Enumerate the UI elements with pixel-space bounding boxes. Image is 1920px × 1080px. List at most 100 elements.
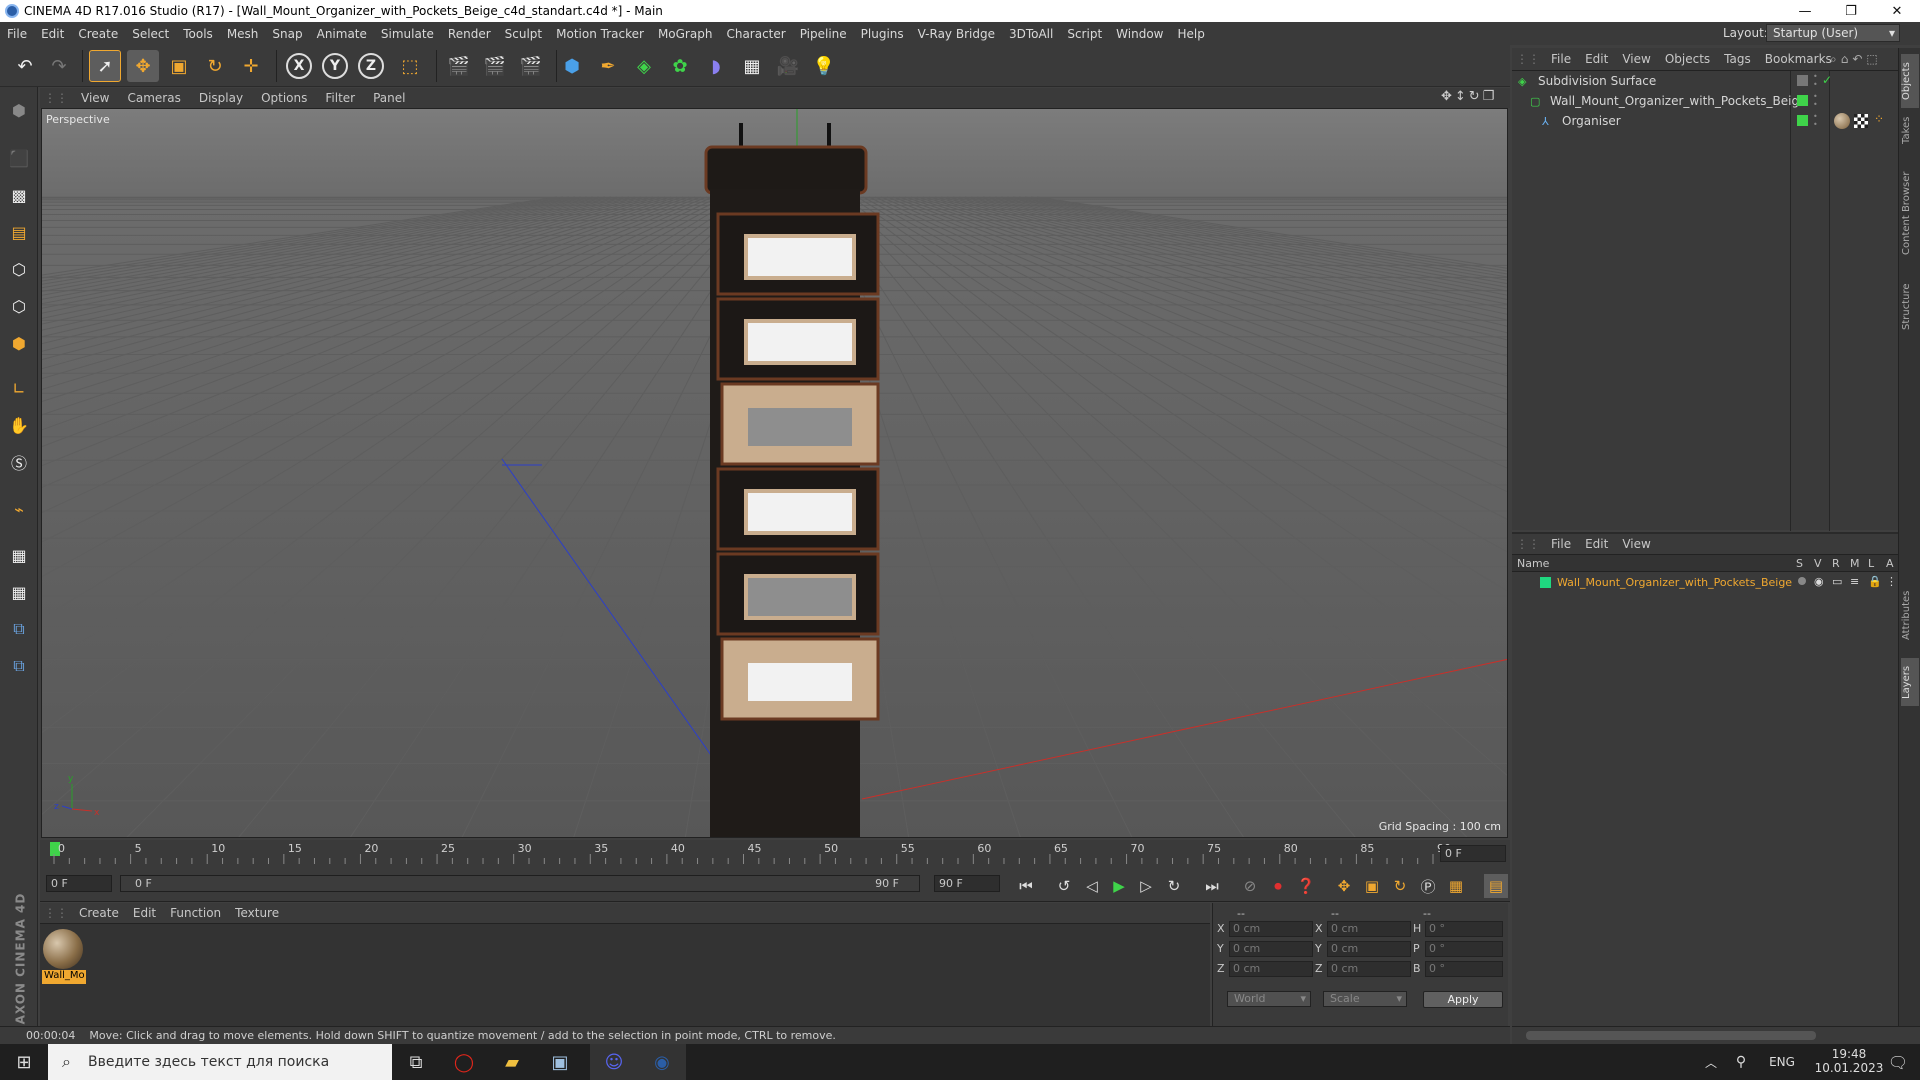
coord-rotation-field[interactable]: 0 ° [1425, 921, 1503, 937]
timeline-layout-button[interactable]: ▤ [1484, 874, 1508, 898]
rotate-tool-button[interactable]: ↻ [199, 50, 231, 82]
layer-row[interactable]: Wall_Mount_Organizer_with_Pockets_Beige ◉… [1512, 572, 1898, 592]
layer-render-icon[interactable]: ▭ [1832, 575, 1842, 588]
coord-position-field[interactable]: 0 cm [1229, 961, 1313, 977]
y-axis-lock-button[interactable]: Y [322, 53, 348, 79]
layer-animation-icon[interactable]: ⋮ [1886, 575, 1897, 588]
object-manager-nav-icons[interactable]: ⌕⌂↶⬚ [1830, 52, 1882, 67]
recent-tools-button[interactable]: ✛ [235, 50, 267, 82]
object-menu-bookmarks[interactable]: Bookmarks [1758, 52, 1839, 66]
polygons-mode-button[interactable]: ⬢ [4, 328, 34, 358]
next-key-button[interactable]: ↻ [1162, 874, 1186, 898]
python-console-button[interactable]: ⧉ [4, 651, 34, 681]
coord-size-field[interactable]: 0 cm [1327, 921, 1411, 937]
tweak-mode-button[interactable]: ✋ [4, 410, 34, 440]
key-rotation-button[interactable]: ↻ [1388, 874, 1412, 898]
start-frame-field[interactable]: 0 F [46, 875, 112, 892]
workplane-lock-button[interactable]: ▦ [4, 540, 34, 570]
scale-tool-button[interactable]: ▣ [163, 50, 195, 82]
material-manager[interactable]: Wall_Mo [40, 923, 1210, 1026]
material-menu-texture[interactable]: Texture [228, 906, 286, 920]
minimize-button[interactable]: — [1782, 0, 1828, 22]
viewport-menu-view[interactable]: View [72, 91, 118, 105]
layout-select[interactable]: Startup (User) ▾ [1766, 24, 1900, 42]
menu-character[interactable]: Character [719, 27, 792, 41]
layer-menu-file[interactable]: File [1544, 537, 1578, 551]
layer-color-swatch[interactable] [1540, 576, 1551, 588]
z-axis-lock-button[interactable]: Z [358, 53, 384, 79]
menu-3dtoall[interactable]: 3DToAll [1002, 27, 1060, 41]
object-tree[interactable]: ◈ Subdivision Surface • • ✓ ▢ Wall_Mount_Organ… [1512, 70, 1898, 531]
right-tab-content-browser[interactable]: Content Browser [1901, 158, 1919, 268]
layer-column-s[interactable]: S [1796, 557, 1803, 570]
app-button[interactable]: ▣ [536, 1044, 584, 1080]
add-floor-button[interactable]: ▦ [736, 50, 768, 82]
coordinate-system-button[interactable]: ⬚ [394, 50, 426, 82]
layer-solo-icon[interactable] [1798, 577, 1806, 585]
go-to-start-button[interactable]: ⏮ [1014, 874, 1038, 898]
material-menu-create[interactable]: Create [72, 906, 126, 920]
magnet-button[interactable]: ⌁ [4, 494, 34, 524]
add-nurbs-button[interactable]: ◈ [628, 50, 660, 82]
menu-select[interactable]: Select [125, 27, 176, 41]
object-menu-tags[interactable]: Tags [1717, 52, 1758, 66]
menu-edit[interactable]: Edit [34, 27, 71, 41]
layer-column-m[interactable]: M [1850, 557, 1860, 570]
add-camera-button[interactable]: 🎥 [772, 50, 804, 82]
coord-rotation-field[interactable]: 0 ° [1425, 941, 1503, 957]
layer-column-r[interactable]: R [1832, 557, 1840, 570]
layer-menu-edit[interactable]: Edit [1578, 537, 1615, 551]
coord-position-field[interactable]: 0 cm [1229, 941, 1313, 957]
coord-space-select[interactable]: World ▾ [1227, 991, 1311, 1007]
viewport-nav-icons[interactable]: ✥↕↻❐ [1441, 89, 1497, 104]
object-name[interactable]: Subdivision Surface [1538, 74, 1656, 88]
auto-key-button[interactable]: ❓ [1294, 874, 1318, 898]
menu-v-ray-bridge[interactable]: V-Ray Bridge [911, 27, 1002, 41]
layer-list[interactable]: Wall_Mount_Organizer_with_Pockets_Beige ◉… [1512, 572, 1898, 1026]
layer-column-v[interactable]: V [1814, 557, 1822, 570]
edit-toggle-icon[interactable] [1797, 75, 1808, 86]
right-tab-takes[interactable]: Takes [1901, 108, 1919, 152]
organizer-model[interactable] [704, 123, 880, 838]
timeline-ruler[interactable]: 051015202530354045505560657075808590 0 F [40, 840, 1510, 868]
object-menu-objects[interactable]: Objects [1658, 52, 1717, 66]
material-menu-function[interactable]: Function [163, 906, 228, 920]
right-tab-attributes[interactable]: Attributes [1901, 578, 1919, 652]
phong-tag-icon[interactable]: ⁘ [1874, 112, 1884, 126]
taskbar-search[interactable]: ⌕ Введите здесь текст для поиска [48, 1044, 392, 1080]
render-dot-icon[interactable]: • • [1813, 73, 1818, 89]
layer-lock-icon[interactable]: 🔒 [1868, 575, 1882, 588]
check-icon[interactable]: ✓ [1822, 73, 1832, 87]
previous-key-button[interactable]: ↺ [1052, 874, 1076, 898]
undo-button[interactable]: ↶ [9, 50, 41, 82]
end-frame-field[interactable]: 90 F [934, 875, 1000, 892]
layer-menu-view[interactable]: View [1615, 537, 1657, 551]
add-cube-button[interactable]: ⬢ [556, 50, 588, 82]
menu-pipeline[interactable]: Pipeline [793, 27, 854, 41]
key-parameter-button[interactable]: Ⓟ [1416, 874, 1440, 898]
layer-manager-icon[interactable]: ≡ [1850, 575, 1859, 588]
start-button[interactable]: ⊞ [0, 1044, 48, 1080]
material-preview[interactable] [43, 929, 83, 969]
menu-file[interactable]: File [0, 27, 34, 41]
object-tree-row[interactable]: ▢ Wall_Mount_Organizer_with_Pockets_Beige… [1512, 91, 1898, 111]
menu-help[interactable]: Help [1170, 27, 1211, 41]
viewport-scene[interactable]: y x z [42, 109, 1508, 838]
visibility-dot-icon[interactable] [1797, 95, 1808, 106]
menu-animate[interactable]: Animate [310, 27, 374, 41]
timeline-scale[interactable]: 051015202530354045505560657075808590 [50, 842, 1451, 866]
points-mode-button[interactable]: ⬡ [4, 254, 34, 284]
next-frame-button[interactable]: ▷ [1134, 874, 1158, 898]
render-dot-icon[interactable]: • • [1813, 93, 1818, 109]
scrollbar-thumb[interactable] [1526, 1031, 1816, 1040]
menu-render[interactable]: Render [441, 27, 498, 41]
viewport-menu-options[interactable]: Options [252, 91, 316, 105]
menu-script[interactable]: Script [1060, 27, 1109, 41]
maximize-button[interactable]: ❐ [1828, 0, 1874, 22]
render-settings-button[interactable]: 🎬 [515, 50, 547, 82]
current-frame-field[interactable]: 0 F [1440, 845, 1506, 862]
network-button[interactable]: ⚲ [1726, 1044, 1756, 1080]
viewport-menu-display[interactable]: Display [190, 91, 252, 105]
layer-name[interactable]: Wall_Mount_Organizer_with_Pockets_Beige [1557, 576, 1792, 589]
previous-frame-button[interactable]: ◁ [1080, 874, 1104, 898]
